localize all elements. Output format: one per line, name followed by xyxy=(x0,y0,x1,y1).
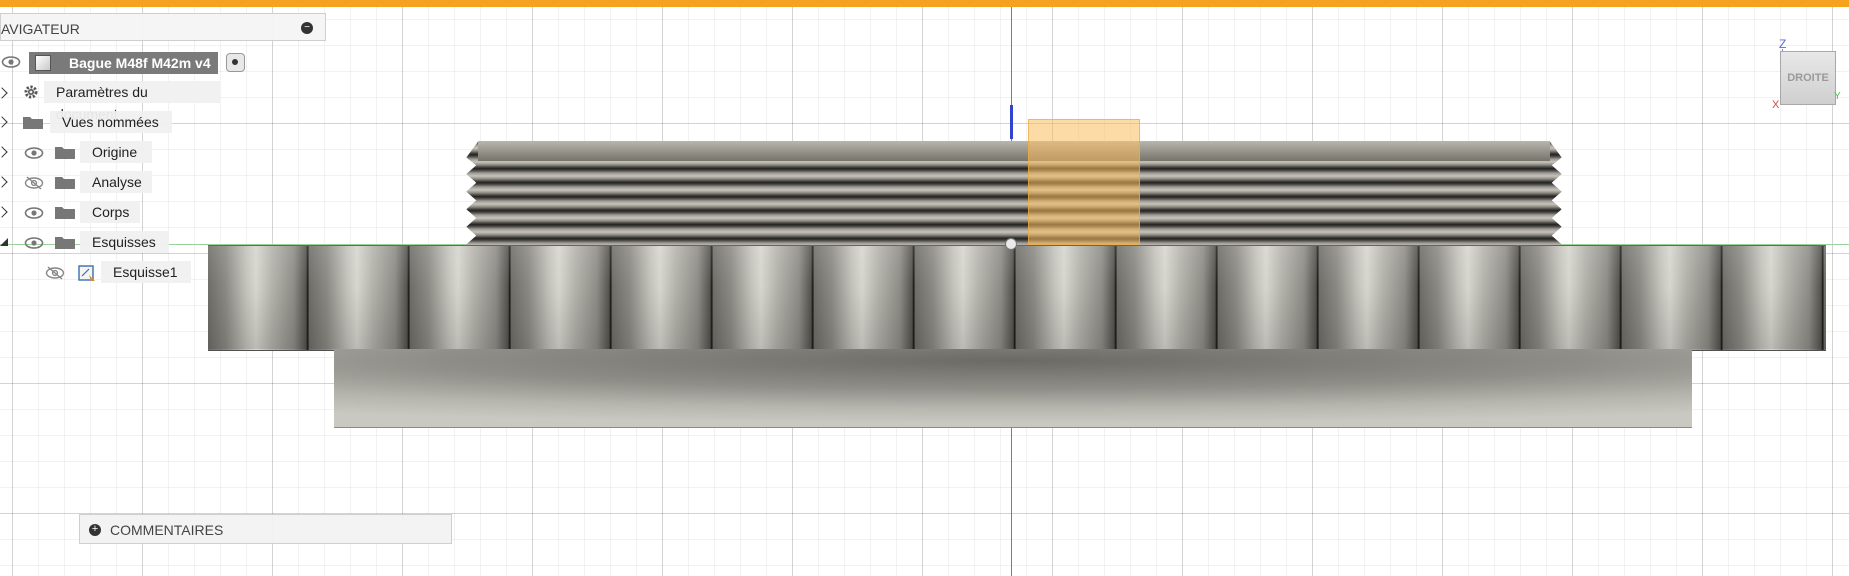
3d-viewport[interactable]: DROITE Z Y X xyxy=(0,7,1849,576)
tree-item-label: Corps xyxy=(92,204,130,220)
collapse-icon[interactable]: − xyxy=(301,22,313,34)
component-icon xyxy=(35,55,51,71)
folder-icon xyxy=(55,177,75,189)
eye-icon[interactable] xyxy=(24,236,44,250)
gear-icon xyxy=(24,85,38,99)
hidden-eye-icon[interactable] xyxy=(45,266,65,280)
tree-item-document-settings[interactable]: Paramètres du document xyxy=(44,81,220,122)
origin-point[interactable] xyxy=(1005,238,1017,250)
comments-panel[interactable]: + COMMENTAIRES xyxy=(79,514,452,544)
tree-item-label: Origine xyxy=(92,144,138,160)
tree-item-sketches[interactable]: Esquisses xyxy=(80,231,169,253)
viewcube-face-right[interactable]: DROITE xyxy=(1780,51,1836,105)
viewcube[interactable]: DROITE Z Y X xyxy=(1772,37,1849,117)
activate-radio-button[interactable] xyxy=(226,53,245,72)
folder-icon xyxy=(55,147,75,159)
tree-item-bodies[interactable]: Corps xyxy=(80,201,140,223)
z-axis-marker xyxy=(1010,105,1013,139)
eye-icon[interactable] xyxy=(24,146,44,160)
lower-cylinder[interactable] xyxy=(334,349,1692,428)
tree-item-sketch1[interactable]: Esquisse1 xyxy=(101,261,191,283)
root-component-label: Bague M48f M42m v4 xyxy=(69,55,211,71)
eye-icon[interactable] xyxy=(24,206,44,220)
add-comment-icon[interactable]: + xyxy=(89,524,101,536)
hidden-eye-icon[interactable] xyxy=(24,176,44,190)
tree-item-named-views[interactable]: Vues nommées xyxy=(50,111,172,133)
tree-item-label: Analyse xyxy=(92,174,142,190)
viewcube-x-label: X xyxy=(1772,99,1780,111)
tree-item-origin[interactable]: Origine xyxy=(80,141,152,163)
tree-item-analysis[interactable]: Analyse xyxy=(80,171,152,193)
flange-shading xyxy=(208,245,1826,349)
tree-item-label: Esquisses xyxy=(92,234,156,250)
viewcube-z-label: Z xyxy=(1779,37,1787,51)
eye-icon[interactable] xyxy=(1,55,21,69)
application-top-bar xyxy=(0,0,1849,7)
tree-item-label: Vues nommées xyxy=(62,114,159,130)
navigator-header[interactable]: AVIGATEUR − xyxy=(0,13,326,41)
comments-label: COMMENTAIRES xyxy=(110,522,224,538)
thread-chamfer xyxy=(478,141,1550,161)
collapse-arrow-icon[interactable] xyxy=(0,238,8,246)
folder-icon xyxy=(55,207,75,219)
root-component[interactable]: Bague M48f M42m v4 xyxy=(29,52,218,74)
tree-item-label: Esquisse1 xyxy=(113,264,178,280)
navigator-title: AVIGATEUR xyxy=(1,21,80,37)
folder-icon xyxy=(55,237,75,249)
folder-icon xyxy=(23,117,43,129)
sketch-icon xyxy=(78,265,95,281)
sketch-plane-highlight[interactable] xyxy=(1028,119,1140,245)
viewcube-y-label: Y xyxy=(1834,91,1841,102)
